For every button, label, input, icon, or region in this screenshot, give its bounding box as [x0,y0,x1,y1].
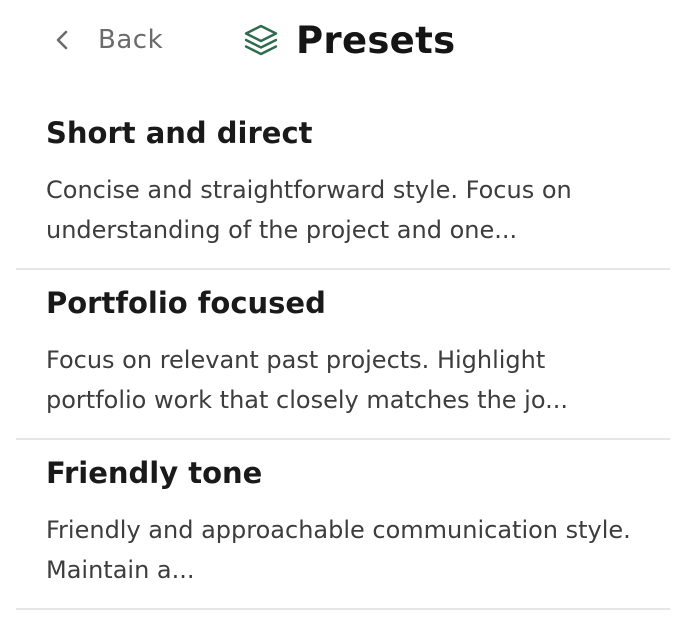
preset-title: Friendly tone [46,456,263,490]
page-title-group: Presets [243,14,455,66]
back-button[interactable]: Back [54,20,163,60]
chevron-left-icon [54,29,72,51]
preset-item-portfolio-focused[interactable]: Portfolio focused Focus on relevant past… [16,270,670,440]
preset-title: Portfolio focused [46,286,326,320]
preset-item-short-and-direct[interactable]: Short and direct Concise and straightfor… [16,100,670,270]
preset-description: Focus on relevant past projects. Highlig… [46,346,568,414]
preset-list: Short and direct Concise and straightfor… [16,100,670,610]
preset-item-friendly-tone[interactable]: Friendly tone Friendly and approachable … [16,440,670,610]
page-title: Presets [296,18,456,62]
header: Back Presets [0,0,696,86]
layers-icon [243,22,279,58]
preset-title: Short and direct [46,116,313,150]
back-label: Back [98,25,164,55]
preset-description: Friendly and approachable communication … [46,516,631,584]
preset-description: Concise and straightforward style. Focus… [46,176,572,244]
